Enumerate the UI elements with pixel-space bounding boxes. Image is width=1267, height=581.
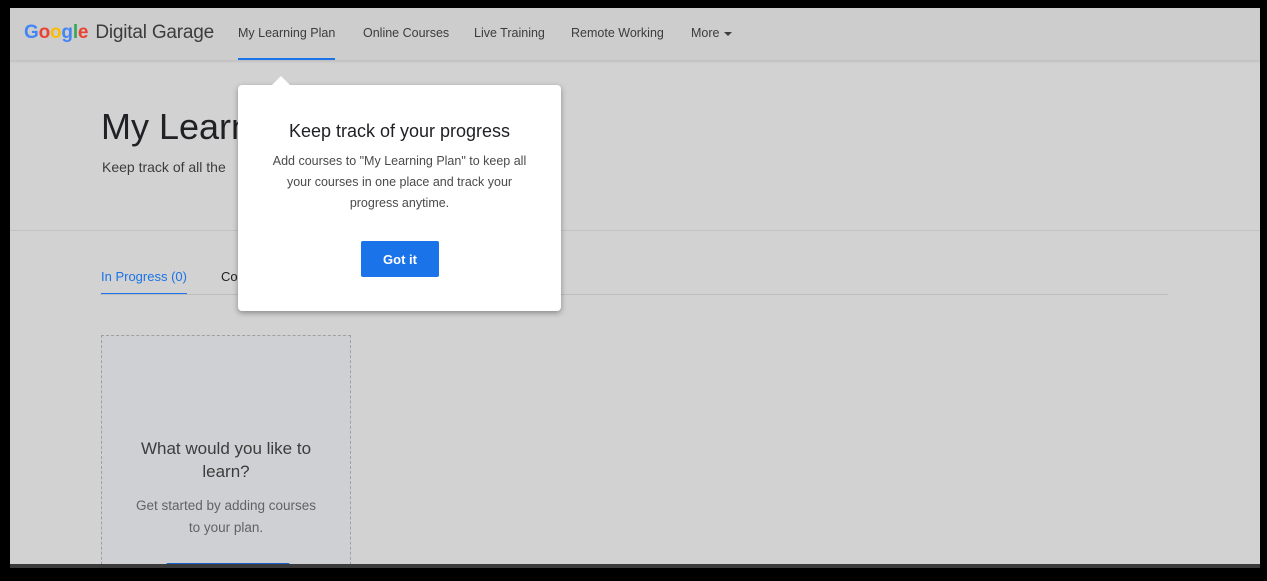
logo-letter: g	[61, 22, 73, 43]
nav-item-remote-working[interactable]: Remote Working	[571, 26, 664, 40]
popover-title: Keep track of your progress	[288, 121, 511, 141]
got-it-button[interactable]: Got it	[361, 241, 439, 277]
nav-item-more[interactable]: More	[691, 26, 733, 40]
logo-product-name: Digital Garage	[95, 22, 215, 43]
section-divider	[10, 230, 1260, 231]
progress-tooltip-popover: Keep track of your progress Add courses …	[238, 76, 561, 311]
page-viewport: Google Digital Garage My Learning Plan O…	[10, 8, 1260, 568]
nav-item-live-training[interactable]: Live Training	[474, 26, 545, 40]
empty-card-text: Get started by adding courses to your pl…	[135, 498, 317, 535]
logo-letter: o	[50, 22, 62, 43]
logo-letter: o	[38, 22, 51, 43]
empty-card-title: What would you like to learn?	[140, 439, 312, 481]
bottom-bar	[10, 564, 1260, 568]
logo-letter: e	[77, 22, 89, 43]
top-header: Google Digital Garage My Learning Plan O…	[10, 8, 1260, 61]
nav-item-my-learning-plan[interactable]: My Learning Plan	[238, 26, 336, 60]
nav-item-online-courses[interactable]: Online Courses	[363, 26, 449, 40]
tab-completed[interactable]: Co	[221, 269, 238, 284]
page-subtitle: Keep track of all the	[102, 159, 226, 175]
popover-body: Add courses to "My Learning Plan" to kee…	[272, 154, 527, 210]
google-digital-garage-logo[interactable]: Google Digital Garage	[24, 22, 214, 44]
page-title: My Learn	[101, 106, 252, 147]
tab-in-progress[interactable]: In Progress (0)	[101, 269, 187, 295]
logo-letter: G	[24, 22, 39, 43]
caret-down-icon	[724, 31, 733, 36]
nav-more-label: More	[691, 26, 720, 40]
empty-plan-card: What would you like to learn? Get starte…	[101, 335, 351, 568]
